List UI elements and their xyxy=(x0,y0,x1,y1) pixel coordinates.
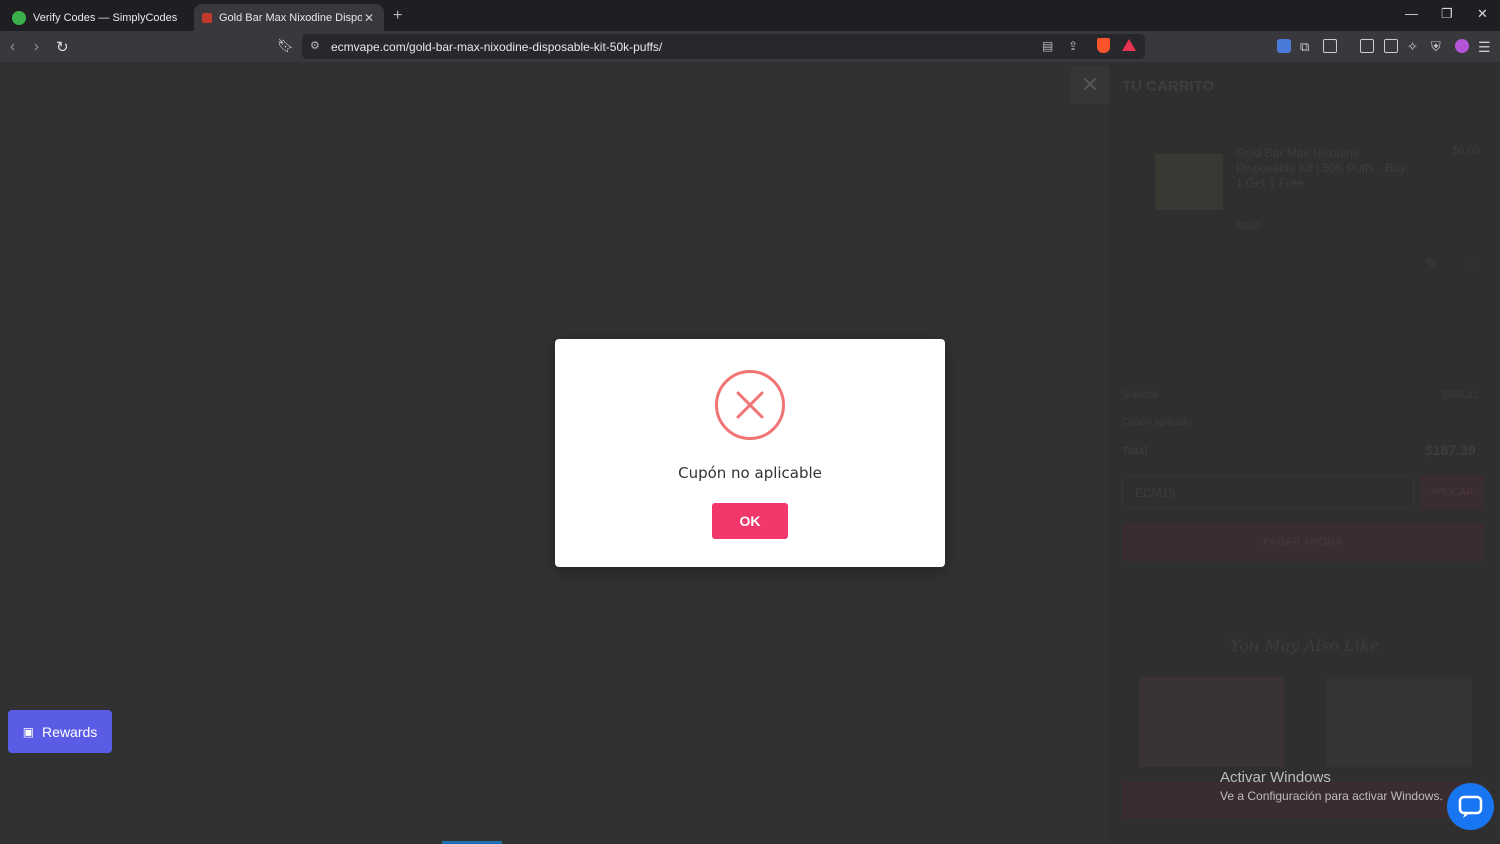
tab-title: Verify Codes — SimplyCodes xyxy=(33,11,178,24)
reload-icon[interactable]: ↻ xyxy=(56,38,69,56)
extensions-icon[interactable]: ⧉ xyxy=(1300,39,1314,54)
cart-item-image xyxy=(1155,154,1223,210)
watermark-subtitle: Ve a Configuración para activar Windows. xyxy=(1220,789,1443,803)
profile-icon[interactable] xyxy=(1455,39,1469,53)
close-tab-icon[interactable]: ✕ xyxy=(362,11,376,25)
windows-activation-watermark: Activar Windows Ve a Configuración para … xyxy=(1220,769,1443,803)
share-icon[interactable]: ⇪ xyxy=(1068,39,1078,53)
reader-mode-icon[interactable]: ▤ xyxy=(1042,39,1053,53)
chat-button[interactable] xyxy=(1447,783,1494,830)
sidebar-icon[interactable] xyxy=(1360,39,1374,53)
address-bar[interactable]: ⚙ ecmvape.com/gold-bar-max-nixodine-disp… xyxy=(302,34,1145,59)
edit-icon[interactable]: ✎ xyxy=(1425,255,1437,272)
browser-toolbar: ‹ › ↻ 🔖︎ ⚙ ecmvape.com/gold-bar-max-nixo… xyxy=(0,31,1500,62)
coupon-input[interactable]: ECM15 xyxy=(1122,476,1414,509)
cart-item-unit-price: $0.00 xyxy=(1236,221,1262,232)
rewards-label: Rewards xyxy=(42,723,98,740)
ecmvape-favicon-icon xyxy=(202,12,212,23)
recommend-title: You May Also Like xyxy=(1230,636,1379,655)
total-value: $187.39 xyxy=(1425,442,1476,458)
subtotal-value: $969.32 xyxy=(1442,390,1479,401)
minimize-icon[interactable]: — xyxy=(1405,6,1418,21)
bookmark-icon[interactable]: 🔖︎ xyxy=(277,38,294,54)
cart-item-title[interactable]: Gold Bar Max Nixodine Disposable Kit | 5… xyxy=(1236,146,1411,191)
tab-ecmvape[interactable]: Gold Bar Max Nixodine Disposab ✕ xyxy=(194,4,384,31)
site-settings-icon[interactable]: ⚙ xyxy=(310,39,320,52)
total-label: Total xyxy=(1122,445,1148,457)
forward-icon[interactable]: › xyxy=(34,38,39,55)
error-x-icon xyxy=(715,370,785,440)
coupon-error-dialog: Cupón no aplicable OK xyxy=(555,339,945,567)
more-icon[interactable]: ⋮ xyxy=(1465,255,1479,272)
cart-item-price: $0.00 xyxy=(1452,145,1480,157)
tab-simplycodes[interactable]: Verify Codes — SimplyCodes xyxy=(4,4,190,31)
menu-icon[interactable]: ☰ xyxy=(1478,39,1492,55)
subtotal-label: Subtotal xyxy=(1122,390,1159,401)
watermark-title: Activar Windows xyxy=(1220,769,1331,786)
brave-shields-icon[interactable] xyxy=(1097,38,1110,53)
vpn-icon[interactable]: ⛨ xyxy=(1431,39,1445,54)
back-icon[interactable]: ‹ xyxy=(10,38,15,55)
dialog-message: Cupón no aplicable xyxy=(678,464,822,482)
restore-icon[interactable]: ❐ xyxy=(1441,6,1453,22)
wallet-icon[interactable] xyxy=(1384,39,1398,53)
gift-icon: ▣ xyxy=(22,724,35,739)
cart-heading: TU CARRITO xyxy=(1122,78,1215,95)
coupon-label: Cupón aplicado xyxy=(1122,417,1192,428)
bitwarden-icon[interactable] xyxy=(1277,39,1291,53)
recommend-product-2[interactable] xyxy=(1327,677,1472,767)
window-close-icon[interactable]: ✕ xyxy=(1477,6,1488,22)
coupon-input-value: ECM15 xyxy=(1135,486,1176,500)
rewards-button[interactable]: ▣ Rewards xyxy=(8,710,112,753)
pay-now-button[interactable]: PAGAR AHORA xyxy=(1122,524,1483,561)
tab-strip: Verify Codes — SimplyCodes Gold Bar Max … xyxy=(0,0,1500,31)
screenshot-icon[interactable] xyxy=(1323,39,1337,53)
chat-icon xyxy=(1458,795,1483,818)
simplycodes-favicon-icon xyxy=(12,10,26,25)
cart-close-icon[interactable]: ✕ xyxy=(1071,66,1109,104)
recommend-product-1[interactable] xyxy=(1139,677,1284,767)
leo-ai-icon[interactable]: ✧ xyxy=(1407,39,1421,54)
brave-rewards-icon[interactable] xyxy=(1122,39,1136,51)
ok-button[interactable]: OK xyxy=(712,503,788,539)
tab-title: Gold Bar Max Nixodine Disposab xyxy=(219,11,362,24)
cart-drawer: TU CARRITO Gold Bar Max Nixodine Disposa… xyxy=(1109,62,1500,844)
new-tab-icon[interactable]: + xyxy=(393,7,402,25)
url-text: ecmvape.com/gold-bar-max-nixodine-dispos… xyxy=(331,40,663,54)
apply-coupon-button[interactable]: APLICAR xyxy=(1421,476,1483,509)
